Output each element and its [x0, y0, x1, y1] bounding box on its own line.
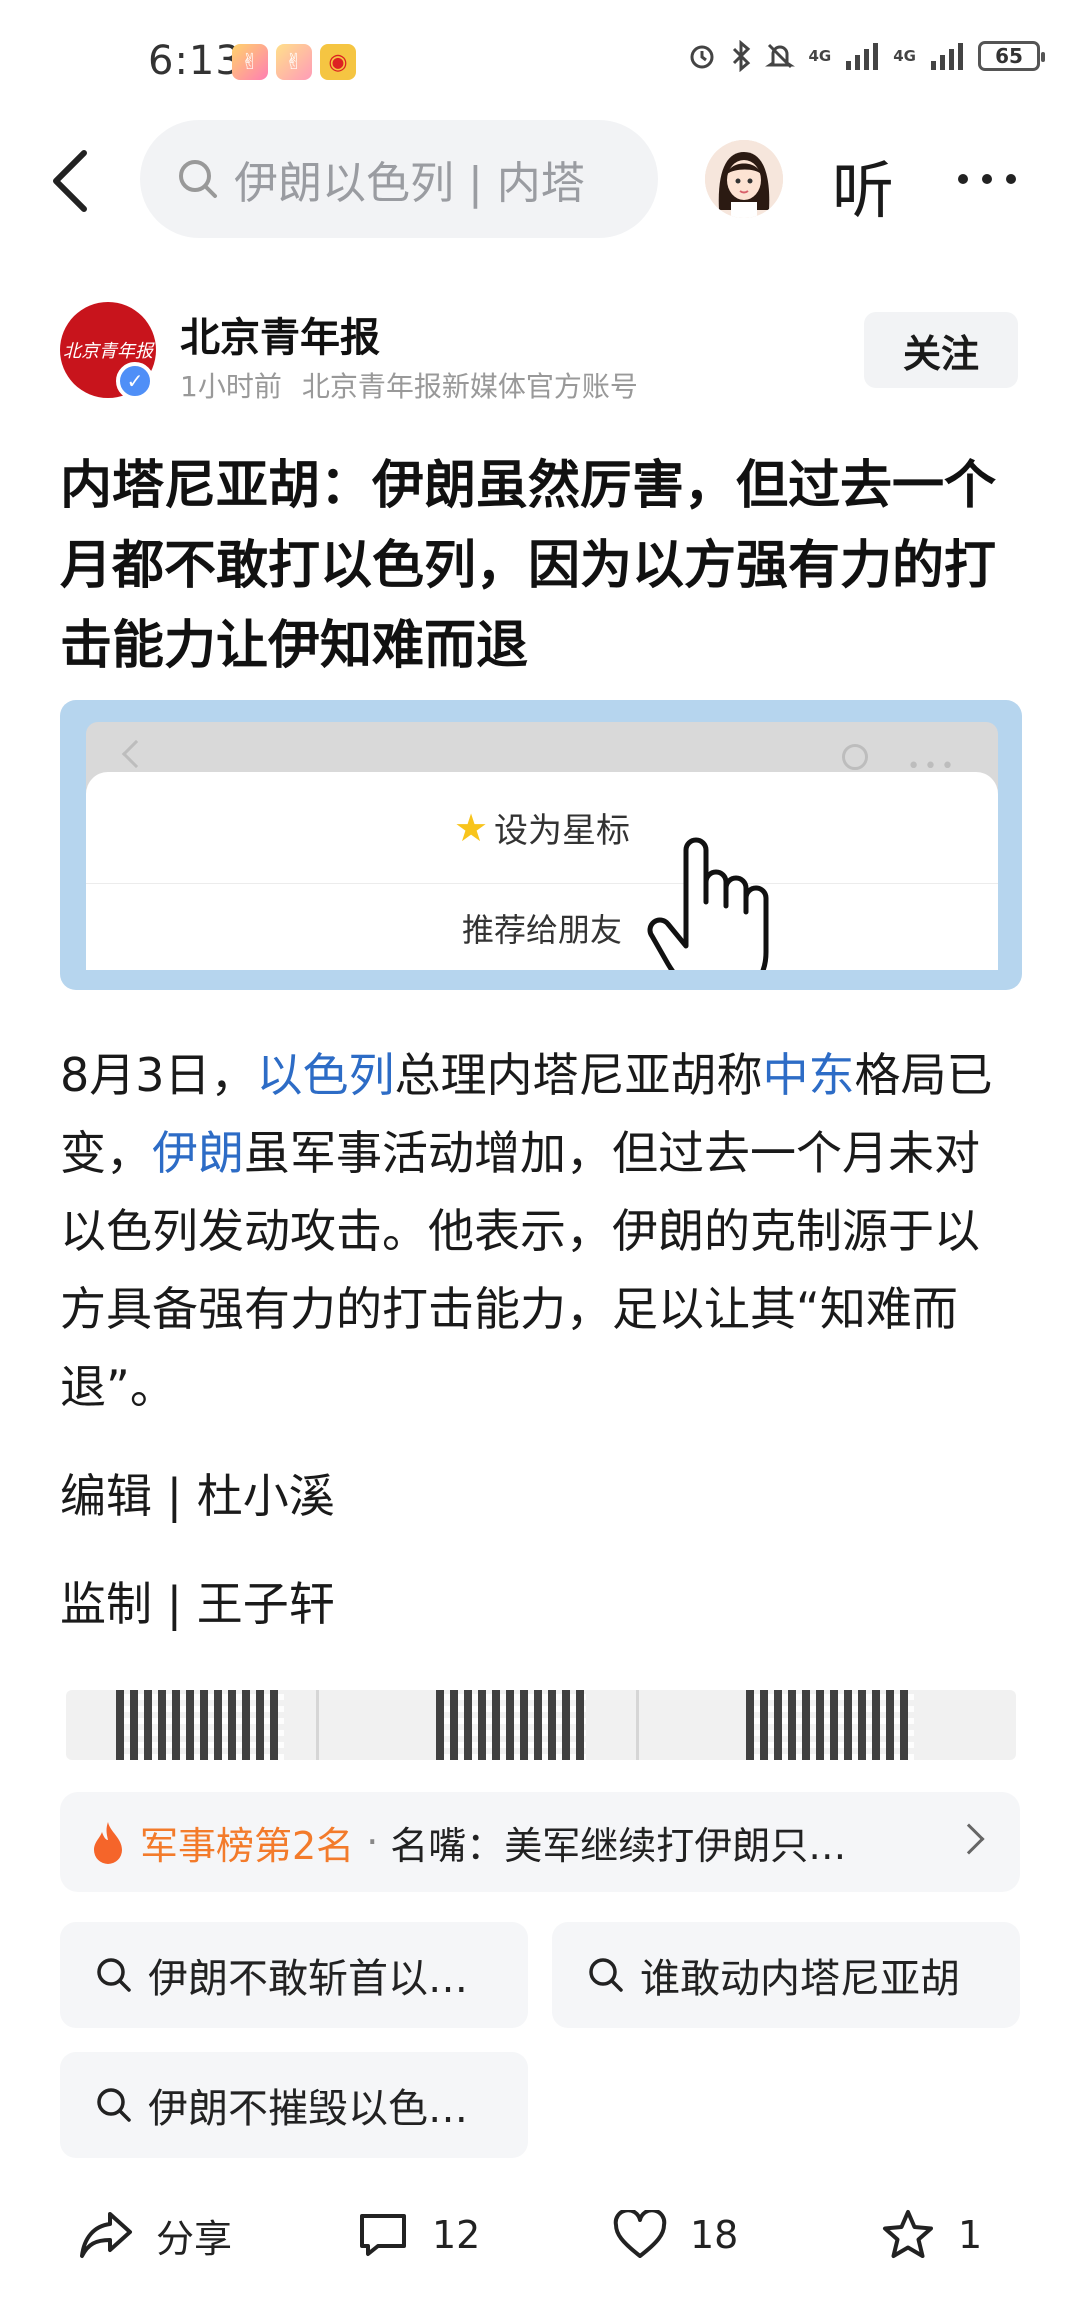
supervisor-credit: 监制 | 王子轩 — [60, 1577, 335, 1631]
embedded-action-sheet: ★ 设为星标 推荐给朋友 — [86, 772, 998, 970]
related-search-text: 伊朗不敢斩首以… — [148, 1956, 468, 2002]
body-text: 总理内塔尼亚胡称 — [394, 1048, 763, 1102]
listen-button[interactable]: 听 — [832, 140, 894, 230]
post-time: 1小时前 — [180, 370, 282, 403]
comment-icon — [360, 2214, 406, 2256]
author-logo-text: 北京青年报 — [63, 341, 153, 362]
embedded-search-icon — [842, 744, 868, 770]
embedded-back-icon — [121, 739, 151, 769]
share-button[interactable]: 分享 — [78, 2180, 232, 2290]
article-image[interactable]: ••• ★ 设为星标 推荐给朋友 — [60, 700, 1022, 990]
comment-button[interactable]: 12 — [356, 2180, 480, 2290]
ranking-separator: · — [366, 1820, 379, 1864]
app-notification-icon: ✌ — [276, 44, 312, 80]
embedded-star-label: 设为星标 — [494, 811, 631, 851]
chevron-right-icon — [953, 1823, 985, 1855]
status-time: 6:13 — [148, 38, 242, 84]
verified-badge-icon: ✓ — [116, 362, 154, 400]
embedded-screenshot: ••• ★ 设为星标 推荐给朋友 — [86, 722, 998, 970]
share-label: 分享 — [156, 2216, 233, 2261]
qr-code-strip — [66, 1690, 1016, 1760]
favorite-count: 1 — [958, 2213, 983, 2257]
qr-code-icon — [436, 1690, 586, 1760]
divider — [316, 1690, 319, 1760]
search-icon — [97, 1958, 131, 1992]
top-nav: 伊朗以色列 | 内塔 听 — [0, 118, 1080, 242]
embedded-recommend-option: 推荐给朋友 — [461, 911, 622, 949]
signal-icon — [846, 43, 879, 70]
chevron-left-icon — [53, 150, 87, 212]
search-icon — [179, 160, 217, 198]
related-search-text: 谁敢动内塔尼亚胡 — [640, 1956, 960, 2002]
ranking-label: 军事榜第2名 — [140, 1823, 355, 1868]
star-outline-icon — [883, 2210, 933, 2258]
network-type: 4G — [893, 46, 916, 65]
user-avatar-icon — [705, 140, 783, 218]
comment-count: 12 — [432, 2213, 481, 2257]
mute-icon — [764, 43, 795, 69]
search-icon — [589, 1958, 623, 1992]
status-app-icons: ✌ ✌ ◉ — [232, 44, 356, 80]
search-icon — [97, 2088, 131, 2122]
status-bar: 6:13 ✌ ✌ ◉ 4G 4G 65 — [0, 0, 1080, 120]
article-body: 8月3日，以色列总理内塔尼亚胡称中东格局已变，伊朗虽军事活动增加，但过去一个月未… — [60, 1036, 1020, 1426]
network-type: 4G — [808, 46, 832, 65]
topic-link-middle-east[interactable]: 中东 — [763, 1048, 855, 1102]
search-box[interactable]: 伊朗以色列 | 内塔 — [140, 120, 658, 238]
signal-icon — [931, 43, 963, 70]
bluetooth-icon — [732, 40, 750, 72]
pointing-hand-icon — [647, 837, 769, 970]
favorite-button[interactable]: 1 — [880, 2180, 982, 2290]
article-title: 内塔尼亚胡：伊朗虽然厉害，但过去一个月都不敢打以色列，因为以方强有力的打击能力让… — [60, 456, 997, 676]
editor-credit: 编辑 | 杜小溪 — [60, 1469, 335, 1523]
ranking-text: 名嘴：美军继续打伊朗只… — [390, 1823, 847, 1868]
status-indicators: 4G 4G 65 — [687, 40, 1045, 72]
bottom-action-bar: 分享 12 18 1 — [0, 2180, 1080, 2290]
author-description: 北京青年报新媒体官方账号 — [301, 370, 638, 403]
back-button[interactable] — [50, 146, 100, 216]
related-search-chip[interactable]: 伊朗不摧毁以色… — [60, 2052, 528, 2158]
topic-link-iran[interactable]: 伊朗 — [152, 1126, 244, 1180]
weibo-icon: ◉ — [320, 44, 356, 80]
related-search-chip[interactable]: 谁敢动内塔尼亚胡 — [552, 1922, 1020, 2028]
app-notification-icon: ✌ — [232, 44, 268, 80]
follow-button[interactable]: 关注 — [864, 312, 1018, 388]
author-meta: 1小时前 北京青年报新媒体官方账号 — [180, 365, 638, 405]
alarm-icon — [690, 45, 713, 69]
author-name[interactable]: 北京青年报 — [180, 305, 380, 363]
heart-icon — [613, 2210, 667, 2258]
qr-code-icon — [746, 1690, 914, 1760]
like-button[interactable]: 18 — [612, 2180, 738, 2290]
related-search-text: 伊朗不摧毁以色… — [148, 2086, 468, 2132]
like-count: 18 — [690, 2213, 739, 2257]
related-search-chip[interactable]: 伊朗不敢斩首以… — [60, 1922, 528, 2028]
avatar[interactable] — [705, 140, 783, 218]
share-icon — [80, 2212, 132, 2258]
ranking-bar[interactable]: 军事榜第2名 · 名嘴：美军继续打伊朗只… — [60, 1792, 1020, 1892]
more-options-button[interactable] — [958, 174, 1016, 184]
qr-code-icon — [116, 1690, 284, 1760]
embedded-star-option: ★ 设为星标 — [86, 772, 998, 884]
star-icon: ★ — [453, 805, 489, 850]
body-text: 8月3日， — [60, 1048, 257, 1102]
divider — [636, 1690, 639, 1760]
battery-icon: 65 — [978, 41, 1045, 71]
topic-link-israel[interactable]: 以色列 — [257, 1048, 395, 1102]
search-text: 伊朗以色列 | 内塔 — [234, 158, 585, 209]
fire-icon — [94, 1822, 122, 1864]
